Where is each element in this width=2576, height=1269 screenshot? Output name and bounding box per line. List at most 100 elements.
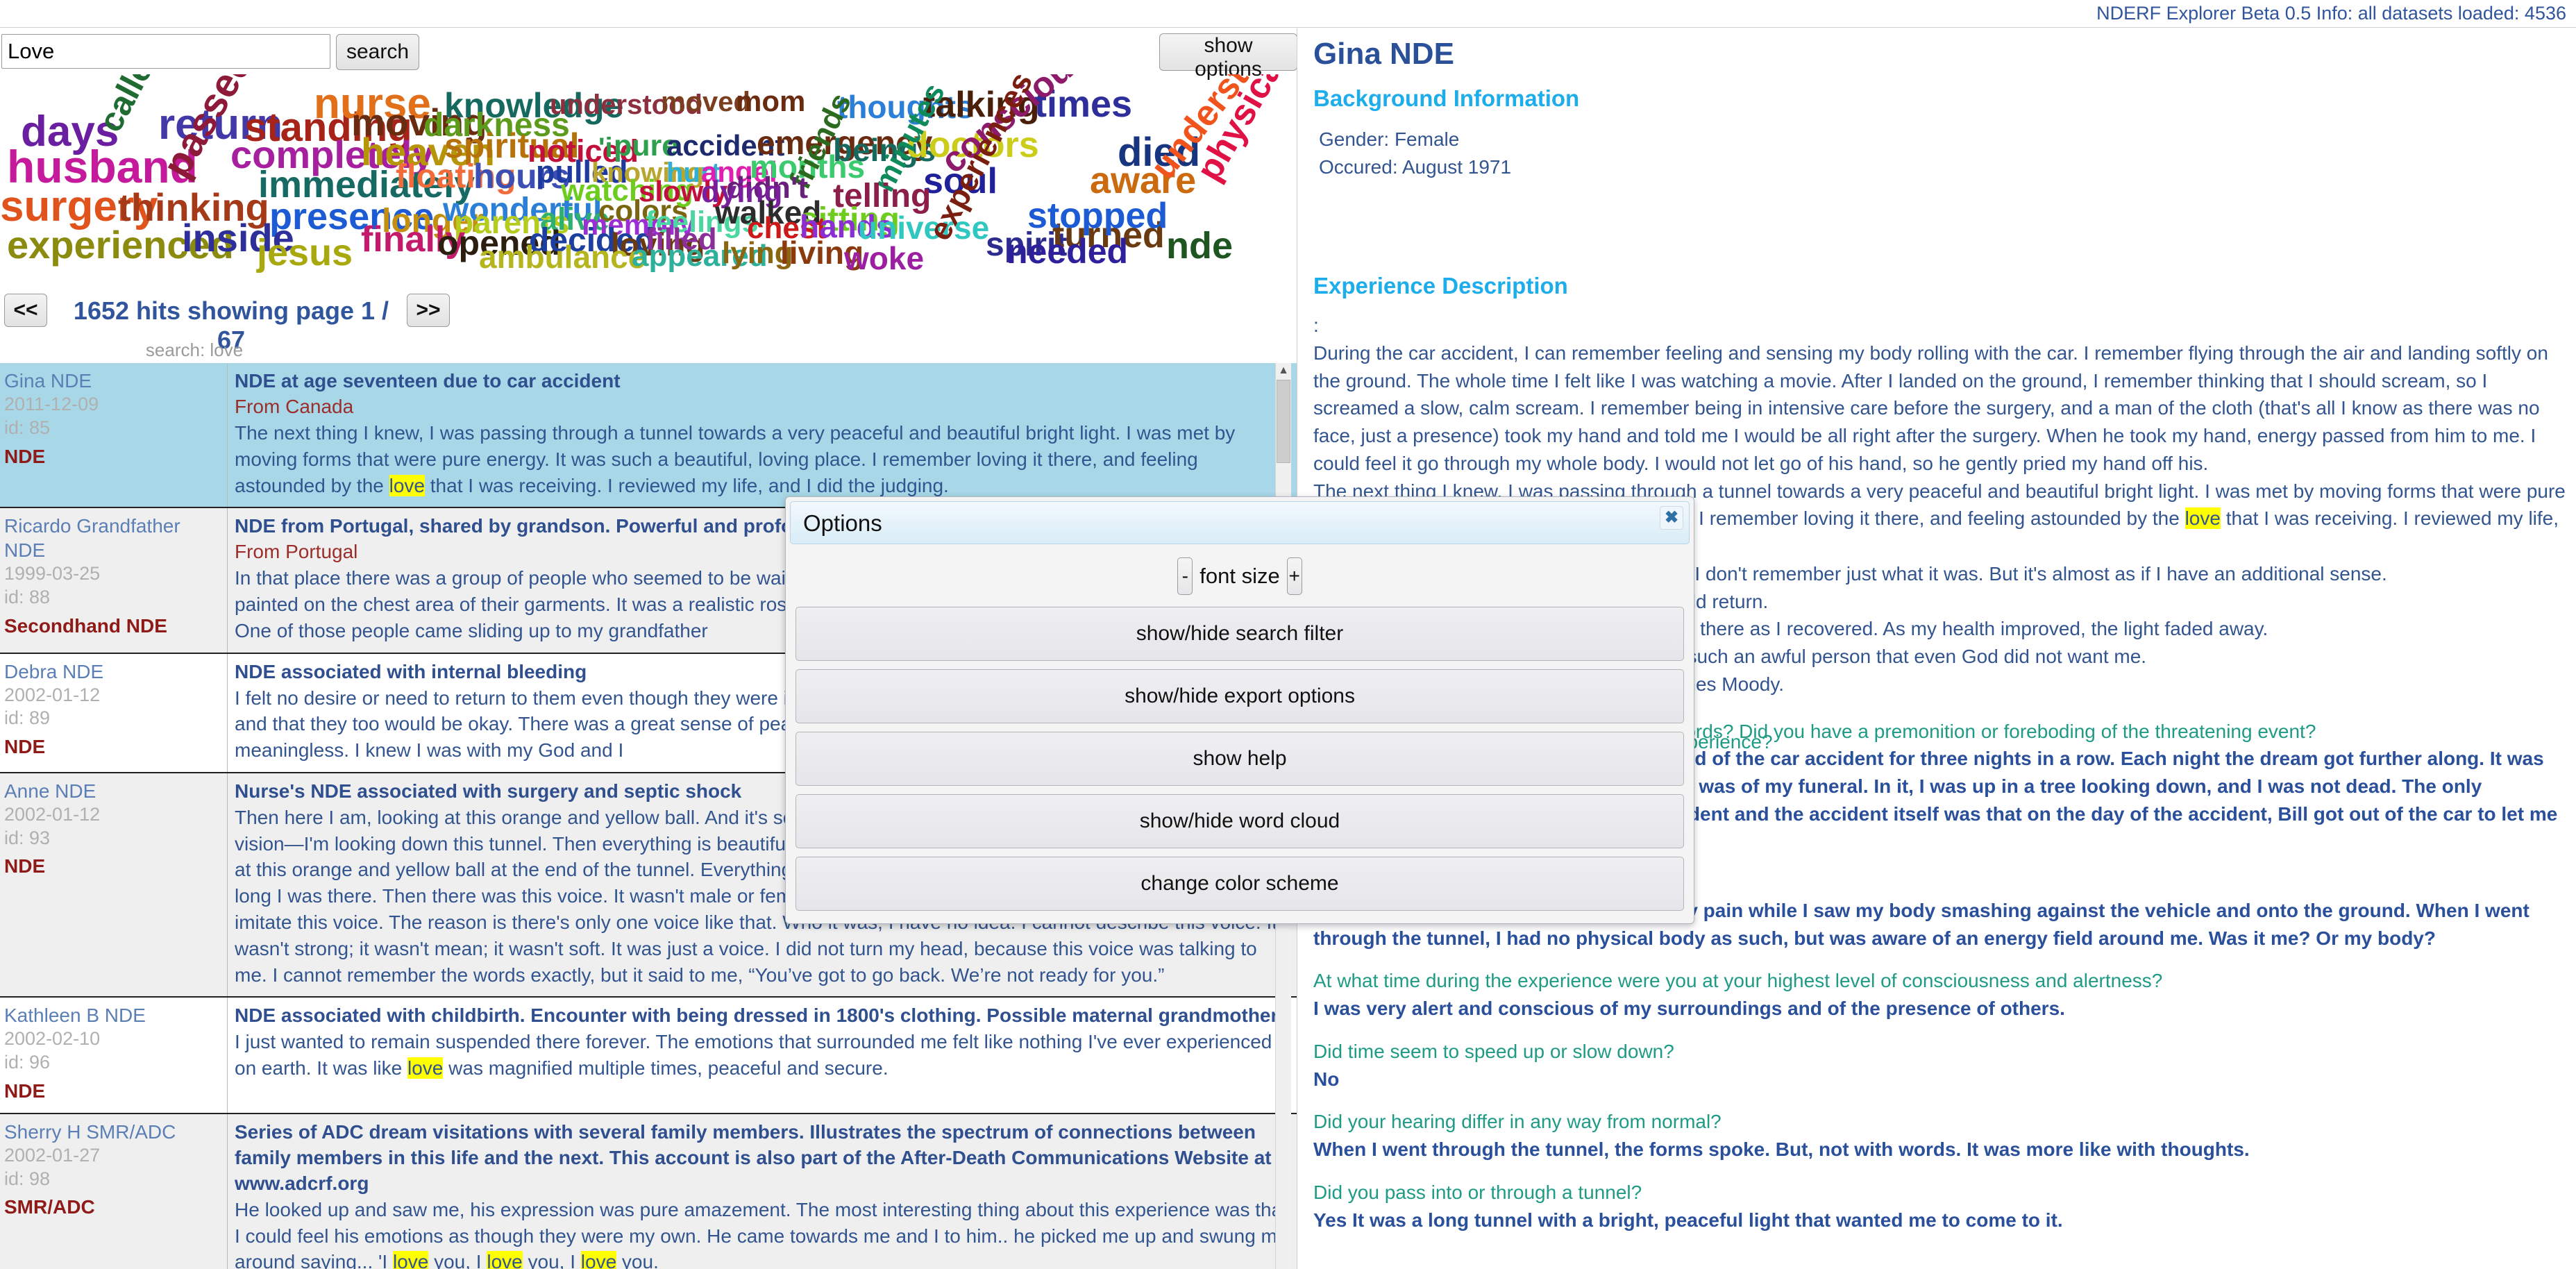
current-search-label: search: love — [145, 339, 244, 360]
option-show-hide-search-filter-button[interactable]: show/hide search filter — [795, 607, 1684, 661]
table-row[interactable]: Gina NDE 2011-12-09 id: 85 NDE NDE at age se… — [0, 363, 1297, 509]
options-button-list: show/hide search filter show/hide export … — [795, 607, 1684, 911]
result-date: 2002-01-12 — [4, 684, 101, 705]
search-highlight: love — [2184, 507, 2221, 530]
qa-block: At what time during the experience were … — [1313, 967, 2570, 1023]
options-dialog-body: - font size + show/hide search filter show/… — [786, 544, 1694, 923]
answer-text: Yes It was a long tunnel with a bright, … — [1313, 1209, 2063, 1231]
result-name: Anne NDE — [4, 780, 96, 802]
previous-page-button[interactable]: << — [4, 294, 47, 327]
search-button[interactable]: search — [336, 34, 420, 70]
word-cloud-term[interactable]: nde — [1166, 227, 1233, 264]
table-row[interactable]: Sherry H SMR/ADC 2002-01-27 id: 98 SMR/ADC S… — [0, 1113, 1297, 1269]
result-date: 2002-01-27 — [4, 1144, 101, 1166]
word-cloud-term[interactable]: ambulance — [479, 241, 646, 273]
result-date: 1999-03-25 — [4, 563, 101, 585]
result-id: id: 93 — [4, 827, 51, 848]
result-meta: Kathleen B NDE 2002-02-10 id: 96 NDE — [0, 998, 228, 1113]
result-type-badge: NDE — [4, 1079, 46, 1102]
word-cloud-term[interactable]: mom — [736, 87, 805, 116]
show-options-button[interactable]: show options — [1159, 33, 1297, 81]
experience-paragraph: : — [1313, 314, 1319, 336]
word-cloud[interactable]: days called return standing nurse moving knowl… — [0, 74, 1297, 276]
answer-text: I was very alert and conscious of my sur… — [1313, 998, 2065, 1019]
result-title[interactable]: NDE associated with childbirth. Encounte… — [235, 1003, 1290, 1029]
result-id: id: 98 — [4, 1168, 51, 1189]
result-snippet: The next thing I knew, I was passing thr… — [235, 421, 1236, 496]
options-dialog-titlebar[interactable]: Options ✖ — [790, 501, 1690, 544]
result-meta: Debra NDE 2002-01-12 id: 89 NDE — [0, 653, 228, 772]
next-page-button[interactable]: >> — [407, 294, 450, 327]
result-origin: From Canada — [235, 395, 354, 417]
question-label: At what time during the experience were … — [1313, 970, 2163, 992]
result-type-badge: Secondhand NDE — [4, 614, 167, 637]
result-title[interactable]: Series of ADC dream visitations with sev… — [235, 1120, 1290, 1197]
result-type-badge: SMR/ADC — [4, 1196, 95, 1218]
scrollbar-thumb[interactable] — [1277, 380, 1290, 463]
question-label: Did your hearing differ in any way from … — [1313, 1111, 1721, 1133]
dataset-info-label: NDERF Explorer Beta 0.5 Info: all datase… — [2096, 3, 2566, 24]
result-body: NDE at age seventeen due to car accident… — [228, 363, 1297, 507]
close-icon[interactable]: ✖ — [1660, 506, 1683, 530]
result-snippet: I just wanted to remain suspended there … — [235, 1031, 1272, 1079]
pagination-bar: << 1652 hits showing page 1 / 67 >> — [0, 288, 1297, 354]
result-date: 2002-01-12 — [4, 803, 101, 825]
option-show-hide-export-options-button[interactable]: show/hide export options — [795, 669, 1684, 723]
result-body: Series of ADC dream visitations with sev… — [228, 1114, 1297, 1269]
search-input[interactable] — [1, 34, 330, 69]
result-snippet: He looked up and saw me, his expression … — [235, 1197, 1290, 1269]
font-size-increase-button[interactable]: + — [1286, 557, 1302, 595]
word-cloud-term[interactable]: needed — [1007, 234, 1128, 269]
result-date: 2011-12-09 — [4, 394, 99, 414]
result-type-badge: NDE — [4, 855, 46, 877]
font-size-decrease-button[interactable]: - — [1177, 557, 1193, 595]
result-name: Debra NDE — [4, 660, 104, 682]
result-meta: Ricardo Grandfather NDE 1999-03-25 id: 88 S… — [0, 508, 228, 653]
result-name: Kathleen B NDE — [4, 1005, 146, 1027]
search-highlight: love — [580, 1251, 617, 1269]
result-meta: Anne NDE 2002-01-12 id: 93 NDE — [0, 773, 228, 997]
result-id: id: 88 — [4, 587, 51, 608]
gender-field: Gender: Female — [1319, 128, 1460, 150]
result-meta: Sherry H SMR/ADC 2002-01-27 id: 98 SMR/ADC — [0, 1113, 228, 1269]
answer-text: No — [1313, 1068, 1340, 1090]
search-highlight: love — [487, 1251, 523, 1269]
result-name: Sherry H SMR/ADC — [4, 1120, 176, 1143]
search-highlight: love — [407, 1057, 444, 1079]
result-name: Ricardo Grandfather NDE — [4, 515, 180, 562]
word-cloud-term[interactable]: stopped — [1027, 198, 1168, 234]
question-label: Did you pass into or through a tunnel? — [1313, 1181, 1642, 1203]
result-id: id: 96 — [4, 1052, 51, 1073]
occured-field: Occured: August 1971 — [1319, 156, 1512, 178]
scroll-up-arrow-icon[interactable]: ▲ — [1277, 363, 1290, 378]
word-cloud-term[interactable]: woke — [844, 242, 924, 274]
table-row[interactable]: Kathleen B NDE 2002-02-10 id: 96 NDE NDE ass… — [0, 998, 1297, 1114]
option-show-help-button[interactable]: show help — [795, 732, 1684, 786]
background-information-heading: Background Information — [1313, 85, 1580, 111]
option-show-hide-word-cloud-button[interactable]: show/hide word cloud — [795, 794, 1684, 848]
question-label: Did time seem to speed up or slow down? — [1313, 1040, 1674, 1062]
result-meta: Gina NDE 2011-12-09 id: 85 NDE — [0, 363, 228, 507]
option-change-color-scheme-button[interactable]: change color scheme — [795, 857, 1684, 911]
result-id: id: 89 — [4, 707, 51, 729]
detail-title: Gina NDE — [1313, 37, 1454, 71]
font-size-row: - font size + — [795, 555, 1684, 598]
result-name: Gina NDE — [4, 370, 92, 392]
result-date: 2002-02-10 — [4, 1028, 101, 1050]
word-cloud-term[interactable]: jesus — [257, 234, 353, 271]
search-highlight: love — [389, 474, 425, 496]
font-size-label: font size — [1199, 563, 1280, 588]
options-dialog[interactable]: Options ✖ - font size + show/hide search f… — [785, 496, 1694, 924]
experience-paragraph: During the car accident, I can remember … — [1313, 342, 2548, 474]
background-fields: Gender: Female Occured: August 1971 — [1319, 126, 1511, 181]
result-type-badge: NDE — [4, 736, 46, 758]
qa-block: Did your hearing differ in any way from … — [1313, 1108, 2570, 1163]
search-highlight: love — [392, 1251, 429, 1269]
result-title[interactable]: NDE at age seventeen due to car accident — [235, 369, 1290, 394]
top-info-bar: NDERF Explorer Beta 0.5 Info: all datase… — [0, 0, 2576, 28]
result-id: id: 85 — [4, 417, 51, 438]
answer-text: When I went through the tunnel, the form… — [1313, 1138, 2250, 1160]
result-type-badge: NDE — [4, 445, 46, 467]
qa-block: Did you pass into or through a tunnel? Ye… — [1313, 1179, 2570, 1234]
options-dialog-title: Options — [803, 510, 882, 536]
